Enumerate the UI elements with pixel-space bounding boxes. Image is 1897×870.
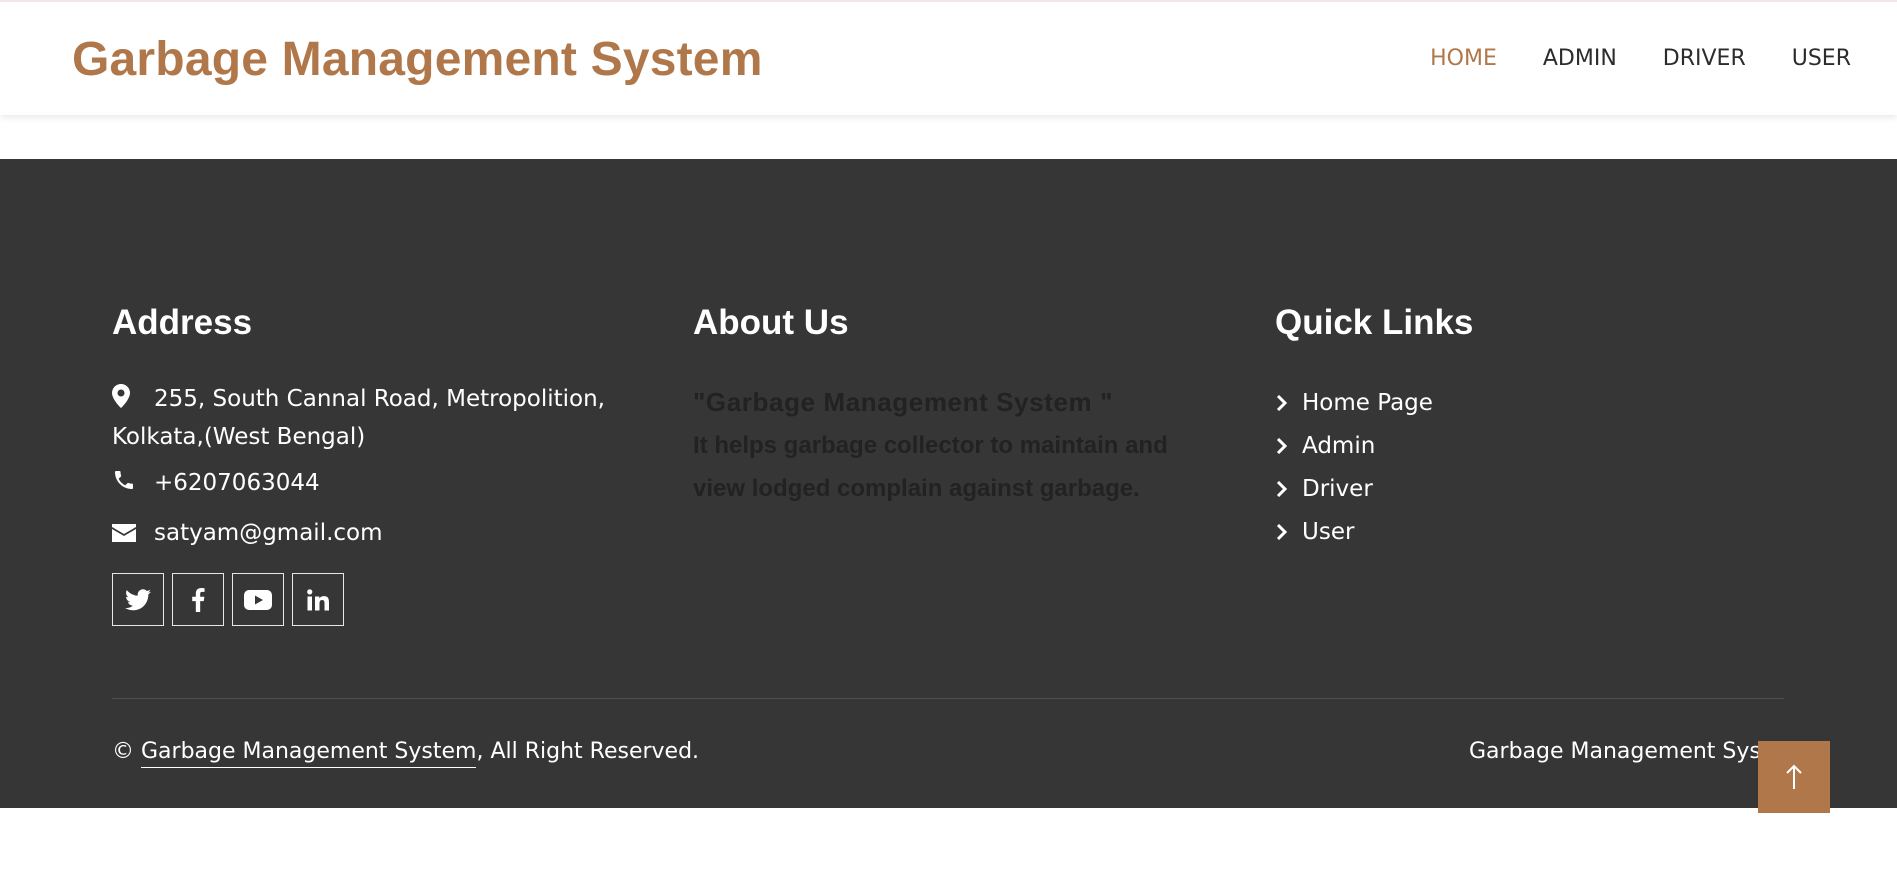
copyright-link[interactable]: Garbage Management System bbox=[141, 739, 477, 768]
address-location: 255, South Cannal Road, Metropolition, K… bbox=[112, 381, 632, 455]
chevron-right-icon bbox=[1276, 480, 1288, 497]
main-nav: HOME ADMIN DRIVER USER bbox=[1430, 46, 1851, 71]
email-text: satyam@gmail.com bbox=[154, 520, 383, 546]
chevron-right-icon bbox=[1276, 394, 1288, 411]
about-column: About Us "Garbage Management System " It… bbox=[693, 303, 1213, 510]
facebook-icon bbox=[192, 587, 205, 612]
envelope-icon bbox=[112, 517, 136, 553]
nav-home[interactable]: HOME bbox=[1430, 46, 1497, 71]
back-to-top-button[interactable] bbox=[1758, 741, 1830, 813]
facebook-button[interactable] bbox=[172, 573, 224, 626]
footer-divider bbox=[112, 698, 1784, 699]
phone-icon bbox=[112, 467, 133, 503]
quick-links-heading: Quick Links bbox=[1275, 303, 1474, 342]
twitter-icon bbox=[125, 588, 151, 610]
quick-link-admin[interactable]: Admin bbox=[1275, 424, 1695, 467]
linkedin-icon bbox=[307, 588, 329, 610]
quick-link-home-page[interactable]: Home Page bbox=[1275, 381, 1695, 424]
about-title: "Garbage Management System " bbox=[693, 387, 1114, 417]
map-marker-icon bbox=[112, 383, 132, 419]
email-row: satyam@gmail.com bbox=[112, 515, 632, 553]
copyright-suffix: , All Right Reserved. bbox=[476, 739, 700, 764]
address-text: 255, South Cannal Road, Metropolition, K… bbox=[112, 386, 605, 450]
quick-link-user[interactable]: User bbox=[1275, 510, 1695, 553]
chevron-right-icon bbox=[1276, 437, 1288, 454]
quick-link-label: User bbox=[1302, 518, 1355, 545]
phone-text: +6207063044 bbox=[154, 470, 320, 496]
youtube-icon bbox=[244, 589, 272, 610]
about-description: It helps garbage collector to maintain a… bbox=[693, 432, 1168, 502]
footer-credit: Garbage Management Syste bbox=[1469, 739, 1784, 764]
brand-title[interactable]: Garbage Management System bbox=[72, 32, 763, 87]
quick-links-column: Quick Links Home Page Admin Driver User bbox=[1275, 303, 1695, 553]
copyright-symbol: © bbox=[112, 739, 134, 764]
chevron-right-icon bbox=[1276, 523, 1288, 540]
nav-admin[interactable]: ADMIN bbox=[1543, 46, 1617, 71]
arrow-up-icon bbox=[1786, 764, 1802, 789]
social-links bbox=[112, 573, 632, 626]
phone-row: +6207063044 bbox=[112, 465, 632, 503]
about-content: "Garbage Management System " It helps ga… bbox=[693, 381, 1213, 510]
about-heading: About Us bbox=[693, 303, 849, 342]
nav-driver[interactable]: DRIVER bbox=[1663, 46, 1746, 71]
linkedin-button[interactable] bbox=[292, 573, 344, 626]
quick-link-driver[interactable]: Driver bbox=[1275, 467, 1695, 510]
quick-link-label: Admin bbox=[1302, 432, 1376, 459]
footer: Address 255, South Cannal Road, Metropol… bbox=[0, 159, 1897, 808]
youtube-button[interactable] bbox=[232, 573, 284, 626]
copyright: © Garbage Management System, All Right R… bbox=[112, 739, 700, 768]
address-heading: Address bbox=[112, 303, 253, 342]
twitter-button[interactable] bbox=[112, 573, 164, 626]
address-column: Address 255, South Cannal Road, Metropol… bbox=[112, 303, 632, 626]
quick-link-label: Driver bbox=[1302, 475, 1373, 502]
nav-user[interactable]: USER bbox=[1792, 46, 1851, 71]
quick-link-label: Home Page bbox=[1302, 389, 1433, 416]
top-navbar: Garbage Management System HOME ADMIN DRI… bbox=[0, 0, 1897, 115]
